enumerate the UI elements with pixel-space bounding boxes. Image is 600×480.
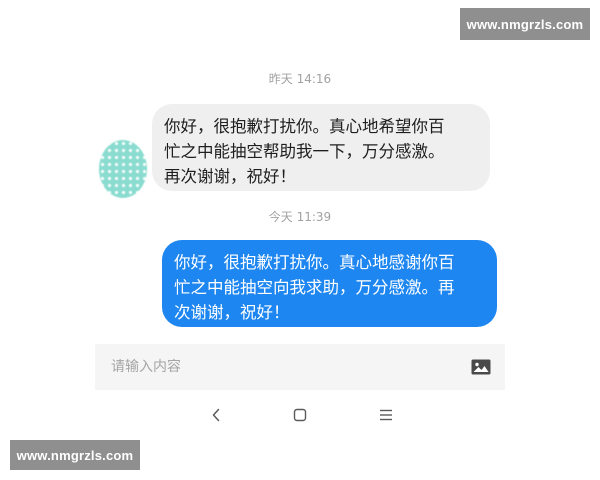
system-navigation-bar xyxy=(95,395,505,435)
message-input[interactable] xyxy=(111,356,471,378)
home-square-icon[interactable] xyxy=(290,405,310,425)
watermark-bottom: www.nmgrzls.com xyxy=(10,440,140,470)
outgoing-message-bubble[interactable]: 你好，很抱歉打扰你。真心地感谢你百 忙之中能抽空向我求助，万分感激。再 次谢谢，… xyxy=(162,240,497,327)
message-composer xyxy=(95,344,505,390)
timestamp-yesterday: 昨天 14:16 xyxy=(268,72,332,86)
watermark-top: www.nmgrzls.com xyxy=(460,8,590,40)
incoming-message-bubble[interactable]: 你好，很抱歉打扰你。真心地希望你百 忙之中能抽空帮助我一下，万分感激。 再次谢谢… xyxy=(152,104,490,191)
image-icon[interactable] xyxy=(471,359,491,375)
menu-lines-icon[interactable] xyxy=(376,405,396,425)
timestamp-today: 今天 11:39 xyxy=(268,210,332,224)
contact-avatar[interactable] xyxy=(99,140,147,198)
back-chevron-icon[interactable] xyxy=(206,405,226,425)
